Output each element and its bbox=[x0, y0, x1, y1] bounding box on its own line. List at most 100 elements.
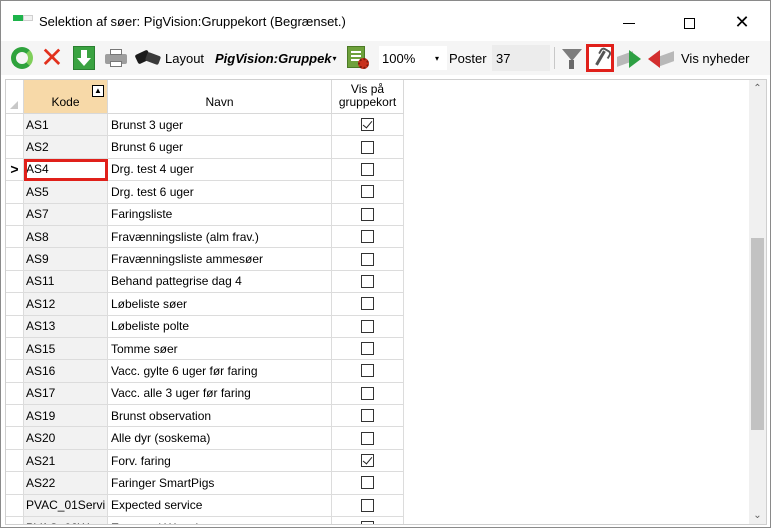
navn-cell[interactable]: Brunst 3 uger bbox=[108, 114, 332, 137]
row-selector[interactable] bbox=[6, 270, 24, 294]
table-row[interactable]: AS16 Vacc. gylte 6 uger før faring bbox=[6, 360, 404, 383]
navn-cell[interactable]: Drg. test 4 uger bbox=[108, 158, 332, 182]
navn-cell[interactable]: Forv. faring bbox=[108, 449, 332, 473]
vis-checkbox[interactable] bbox=[361, 207, 374, 221]
kode-cell[interactable]: AS22 bbox=[24, 472, 108, 495]
row-selector[interactable] bbox=[6, 494, 24, 518]
refresh-button[interactable] bbox=[9, 45, 35, 71]
row-selector[interactable] bbox=[6, 181, 24, 204]
close-button[interactable]: ✕ bbox=[719, 9, 765, 37]
kode-cell[interactable]: AS2 bbox=[24, 136, 108, 159]
layout-select[interactable]: PigVision:Gruppek ▾ bbox=[215, 45, 337, 71]
row-selector[interactable] bbox=[6, 517, 24, 524]
vis-checkbox[interactable] bbox=[361, 297, 374, 311]
table-row[interactable]: PVAC_01Servi Expected service bbox=[6, 494, 404, 518]
filter-button[interactable] bbox=[559, 45, 585, 71]
column-header-navn[interactable]: Navn bbox=[108, 80, 332, 114]
scroll-thumb[interactable] bbox=[751, 238, 764, 430]
table-row[interactable]: AS13 Løbeliste polte bbox=[6, 315, 404, 338]
vis-checkbox[interactable] bbox=[361, 409, 374, 423]
navn-cell[interactable]: Expected service bbox=[108, 494, 332, 518]
row-selector[interactable] bbox=[6, 337, 24, 361]
red-arrow-button[interactable] bbox=[648, 45, 676, 71]
vis-checkbox[interactable] bbox=[361, 162, 374, 176]
vis-checkbox[interactable] bbox=[361, 521, 374, 524]
minimize-button[interactable] bbox=[606, 9, 652, 37]
kode-cell[interactable]: AS1 bbox=[24, 114, 108, 137]
print-button[interactable] bbox=[103, 45, 129, 71]
row-selector[interactable] bbox=[6, 248, 24, 271]
report-button[interactable] bbox=[345, 45, 371, 71]
vis-checkbox[interactable] bbox=[361, 364, 374, 378]
row-selector[interactable] bbox=[6, 382, 24, 406]
scroll-up-icon[interactable]: ⌃ bbox=[749, 80, 766, 97]
navn-cell[interactable]: Faringsliste bbox=[108, 203, 332, 226]
table-row[interactable]: AS2 Brunst 6 uger bbox=[6, 136, 404, 159]
kode-cell[interactable]: AS16 bbox=[24, 360, 108, 383]
table-row[interactable]: AS11 Behand pattegrise dag 4 bbox=[6, 270, 404, 294]
kode-cell[interactable]: AS13 bbox=[24, 315, 108, 338]
table-row[interactable]: AS22 Faringer SmartPigs bbox=[6, 472, 404, 495]
select-all-corner[interactable] bbox=[6, 80, 24, 114]
table-row[interactable]: AS5 Drg. test 6 uger bbox=[6, 181, 404, 204]
vis-nyheder-button[interactable]: Vis nyheder bbox=[681, 45, 749, 71]
kode-cell[interactable]: AS8 bbox=[24, 225, 108, 249]
table-row[interactable]: AS8 Fravænningsliste (alm frav.) bbox=[6, 225, 404, 249]
navn-cell[interactable]: Alle dyr (soskema) bbox=[108, 427, 332, 450]
vis-checkbox[interactable] bbox=[361, 140, 374, 154]
navn-cell[interactable]: Behand pattegrise dag 4 bbox=[108, 270, 332, 294]
kode-cell[interactable]: AS15 bbox=[24, 337, 108, 361]
layout-label-button[interactable]: Layout bbox=[165, 45, 204, 71]
row-selector[interactable] bbox=[6, 449, 24, 473]
vis-checkbox[interactable] bbox=[361, 252, 374, 266]
vis-checkbox[interactable] bbox=[361, 185, 374, 199]
vis-checkbox[interactable] bbox=[361, 342, 374, 356]
column-header-kode[interactable]: Kode ▲ bbox=[24, 80, 108, 114]
vis-checkbox[interactable] bbox=[361, 386, 374, 400]
navn-cell[interactable]: Vacc. alle 3 uger før faring bbox=[108, 382, 332, 406]
vis-checkbox[interactable] bbox=[361, 431, 374, 445]
kode-cell[interactable]: AS19 bbox=[24, 405, 108, 428]
zoom-dropdown[interactable]: ▾ bbox=[429, 45, 445, 71]
navn-cell[interactable]: Fravænningsliste ammesøer bbox=[108, 248, 332, 271]
table-row[interactable]: AS15 Tomme søer bbox=[6, 337, 404, 361]
table-row[interactable]: AS9 Fravænningsliste ammesøer bbox=[6, 248, 404, 271]
kode-cell[interactable]: PVAC_01Servi bbox=[24, 494, 108, 518]
kode-cell[interactable]: AS4 bbox=[24, 158, 108, 182]
navn-cell[interactable]: Tomme søer bbox=[108, 337, 332, 361]
layout-button[interactable] bbox=[134, 45, 162, 71]
row-selector[interactable] bbox=[6, 203, 24, 226]
vis-checkbox[interactable] bbox=[361, 476, 374, 490]
navn-cell[interactable]: Løbeliste søer bbox=[108, 293, 332, 316]
kode-cell[interactable]: AS7 bbox=[24, 203, 108, 226]
kode-cell[interactable]: AS12 bbox=[24, 293, 108, 316]
row-selector[interactable] bbox=[6, 114, 24, 137]
navn-cell[interactable]: Drg. test 6 uger bbox=[108, 181, 332, 204]
row-selector[interactable] bbox=[6, 293, 24, 316]
navn-cell[interactable]: Faringer SmartPigs bbox=[108, 472, 332, 495]
vertical-scrollbar[interactable]: ⌃ ⌄ bbox=[749, 80, 766, 524]
table-row[interactable]: AS21 Forv. faring bbox=[6, 449, 404, 473]
vis-checkbox[interactable] bbox=[361, 274, 374, 288]
row-selector[interactable] bbox=[6, 360, 24, 383]
vis-checkbox[interactable] bbox=[361, 454, 374, 468]
table-row[interactable]: AS7 Faringsliste bbox=[6, 203, 404, 226]
vis-checkbox[interactable] bbox=[361, 498, 374, 512]
maximize-button[interactable] bbox=[666, 9, 712, 37]
navn-cell[interactable]: Fravænningsliste (alm frav.) bbox=[108, 225, 332, 249]
kode-cell[interactable]: AS17 bbox=[24, 382, 108, 406]
row-selector[interactable] bbox=[6, 427, 24, 450]
table-row[interactable]: > AS4 Drg. test 4 uger bbox=[6, 158, 404, 182]
navn-cell[interactable]: Expected Weaning bbox=[108, 517, 332, 524]
kode-cell[interactable]: AS9 bbox=[24, 248, 108, 271]
kode-cell[interactable]: PVAC_02Wea bbox=[24, 517, 108, 524]
table-row[interactable]: AS19 Brunst observation bbox=[6, 405, 404, 428]
navn-cell[interactable]: Vacc. gylte 6 uger før faring bbox=[108, 360, 332, 383]
column-header-vis[interactable]: Vis på gruppekort bbox=[332, 80, 404, 114]
navn-cell[interactable]: Løbeliste polte bbox=[108, 315, 332, 338]
vis-checkbox[interactable] bbox=[361, 230, 374, 244]
kode-cell[interactable]: AS21 bbox=[24, 449, 108, 473]
row-selector[interactable] bbox=[6, 405, 24, 428]
kode-cell[interactable]: AS20 bbox=[24, 427, 108, 450]
scroll-down-icon[interactable]: ⌄ bbox=[749, 507, 766, 524]
